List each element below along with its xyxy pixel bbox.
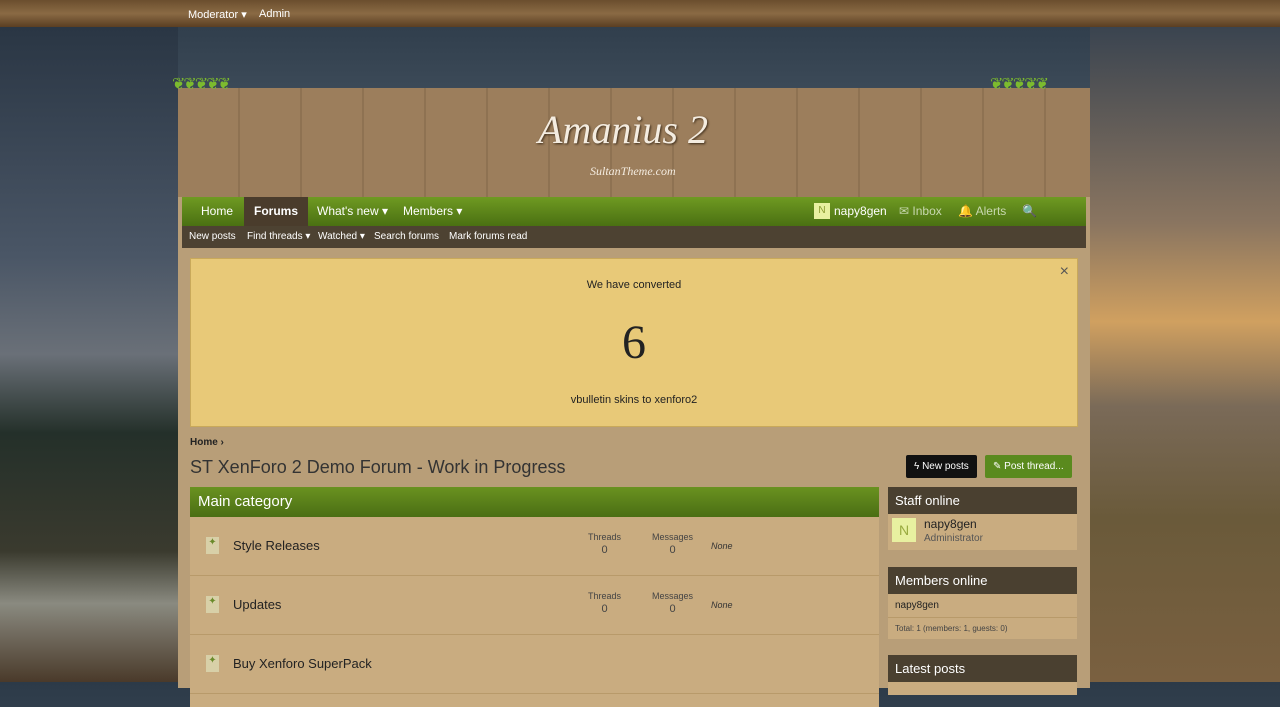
threads-stat: Threads 0 <box>588 532 622 556</box>
breadcrumb[interactable]: Home › <box>190 437 224 448</box>
online-total: Total: 1 (members: 1, guests: 0) <box>895 624 1008 633</box>
background-right <box>1090 27 1280 682</box>
last-post: None <box>711 600 733 610</box>
ivy-decoration-icon: ❦❦❦❦❦ <box>172 76 231 93</box>
subnav-watched[interactable]: Watched ▾ <box>318 231 365 242</box>
forum-title[interactable]: Buy Xenforo SuperPack <box>233 656 372 671</box>
moderator-menu[interactable]: Moderator ▾ <box>188 8 247 21</box>
subnav-find-threads[interactable]: Find threads ▾ <box>247 231 310 242</box>
background-left <box>0 27 178 682</box>
members-online-title: Members online <box>888 567 1077 594</box>
staff-online-title: Staff online <box>888 487 1077 514</box>
subnav-mark-read[interactable]: Mark forums read <box>449 231 527 242</box>
forum-title[interactable]: Style Releases <box>233 538 320 553</box>
sub-nav: New posts Find threads ▾ Watched ▾ Searc… <box>182 226 1086 248</box>
logo[interactable]: Amanius 2 <box>538 106 708 153</box>
logo-subtitle: SultanTheme.com <box>590 164 676 178</box>
page-container: Amanius 2 SultanTheme.com ❦❦❦❦❦ ❦❦❦❦❦ Ho… <box>172 76 1090 707</box>
threads-stat: Threads 0 <box>588 591 622 615</box>
nav-members[interactable]: Members ▾ <box>393 197 472 226</box>
ivy-decoration-icon: ❦❦❦❦❦ <box>990 76 1049 93</box>
new-posts-button[interactable]: ϟ New posts <box>906 455 977 478</box>
avatar[interactable]: N <box>892 518 916 542</box>
members-online-widget: Members online napy8gen Total: 1 (member… <box>888 567 1077 639</box>
staff-online-widget: Staff online N napy8gen Administrator <box>888 487 1077 550</box>
staff-name[interactable]: napy8gen <box>924 517 977 531</box>
post-thread-button[interactable]: ✎ Post thread... <box>985 455 1072 478</box>
last-post: None <box>711 541 733 551</box>
category-header[interactable]: Main category <box>190 487 879 517</box>
notice-line1: We have converted <box>586 279 682 291</box>
subnav-search-forums[interactable]: Search forums <box>374 231 439 242</box>
member-link[interactable]: napy8gen <box>888 594 1077 618</box>
main-nav: Home Forums What's new ▾ Members ▾ N nap… <box>182 197 1086 247</box>
forum-row: ✦ Updates Threads 0 Messages 0 None <box>190 576 879 635</box>
nav-user[interactable]: napy8gen <box>824 197 897 226</box>
nav-forums[interactable]: Forums <box>244 197 309 226</box>
page-title: ST XenForo 2 Demo Forum - Work in Progre… <box>190 457 566 477</box>
forum-list: Main category ✦ Style Releases Threads 0 … <box>190 487 879 707</box>
top-bar: Moderator ▾ Admin <box>0 0 1280 27</box>
notice-number: 6 <box>622 316 646 369</box>
notice-line2: vbulletin skins to xenforo2 <box>570 394 698 406</box>
admin-link[interactable]: Admin <box>259 8 290 20</box>
staff-role: Administrator <box>924 533 983 544</box>
messages-stat: Messages 0 <box>652 591 694 615</box>
nav-whats-new[interactable]: What's new ▾ <box>307 197 398 226</box>
nav-home[interactable]: Home <box>191 197 243 226</box>
latest-posts-title: Latest posts <box>888 655 1077 682</box>
nav-alerts[interactable]: 🔔 Alerts <box>948 197 1016 226</box>
nav-search[interactable]: 🔍 Search <box>1012 197 1086 247</box>
forum-icon: ✦ <box>206 655 219 672</box>
forum-row: ✦ Style Releases Threads 0 Messages 0 None <box>190 517 879 576</box>
latest-posts-widget: Latest posts <box>888 655 1077 695</box>
notice-banner: We have converted 6 vbulletin skins to x… <box>190 258 1078 427</box>
forum-icon: ✦ <box>206 596 219 613</box>
forum-icon: ✦ <box>206 537 219 554</box>
messages-stat: Messages 0 <box>652 532 694 556</box>
forum-title[interactable]: Updates <box>233 597 281 612</box>
nav-inbox[interactable]: ✉ Inbox <box>889 197 952 226</box>
forum-row: ✦ Buy Xenforo SuperPack <box>190 635 879 694</box>
subnav-new-posts[interactable]: New posts <box>189 231 236 242</box>
close-icon[interactable]: × <box>1060 263 1069 281</box>
header: Amanius 2 SultanTheme.com ❦❦❦❦❦ ❦❦❦❦❦ <box>172 76 1090 197</box>
